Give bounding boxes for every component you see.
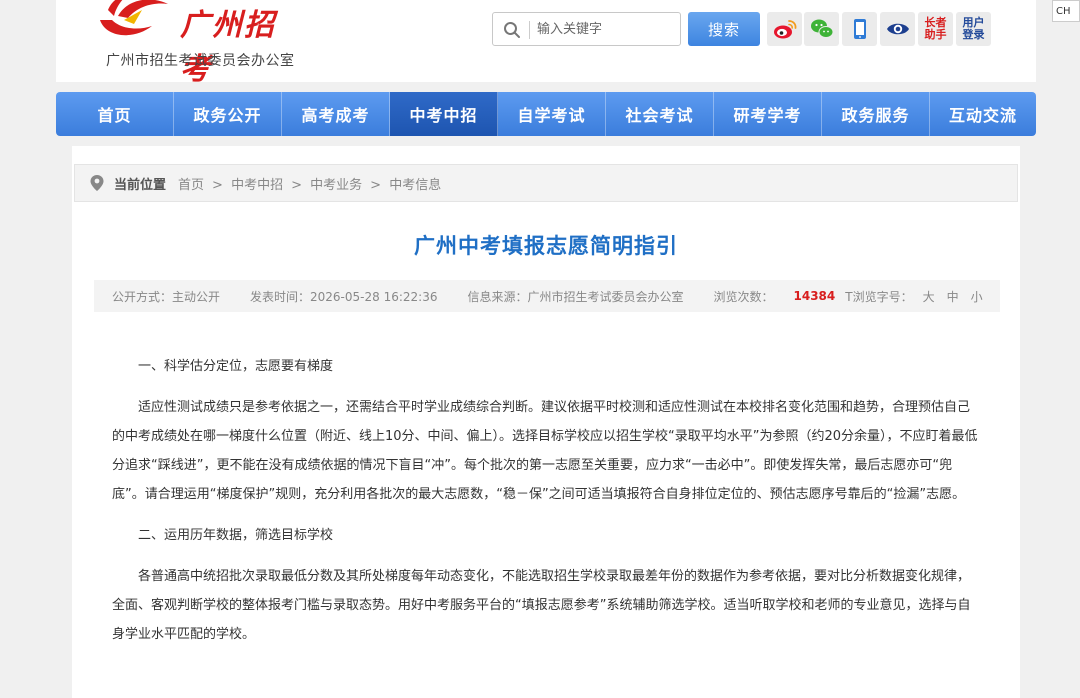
search-button[interactable]: 搜索 xyxy=(688,12,760,46)
breadcrumb-path: 首页 > 中考中招 > 中考业务 > 中考信息 xyxy=(178,174,445,193)
nav-item-self-study-exam[interactable]: 自学考试 xyxy=(498,92,606,136)
search-divider xyxy=(529,21,530,39)
breadcrumb-link-zhongkao[interactable]: 中考中招 xyxy=(231,178,283,193)
weibo-icon xyxy=(773,20,796,39)
meta-publish-date: 发表时间：2026-05-28 16:22:36 xyxy=(250,289,438,304)
elder-helper-button[interactable]: 长者助手 xyxy=(918,12,953,46)
font-size-small[interactable]: 小 xyxy=(971,288,983,305)
accessibility-view-button[interactable] xyxy=(880,12,915,46)
article-meta: 公开方式：主动公开 发表时间：2026-05-28 16:22:36 信息来源：… xyxy=(94,280,1000,312)
mobile-button[interactable] xyxy=(842,12,877,46)
meta-views-label: 浏览次数： xyxy=(713,289,774,304)
nav-item-gaokao[interactable]: 高考成考 xyxy=(282,92,390,136)
article-title: 广州中考填报志愿简明指引 xyxy=(414,234,678,258)
font-size-medium[interactable]: 中 xyxy=(947,288,959,305)
meta-views-count: 14384 xyxy=(793,289,836,303)
weibo-button[interactable] xyxy=(767,12,802,46)
logo-subtitle: 广州市招生考试委员会办公室 xyxy=(106,53,295,69)
search-box xyxy=(492,12,681,46)
site-header: 广州招考 广州市招生考试委员会办公室 搜索 xyxy=(56,0,1036,87)
font-size-large[interactable]: 大 xyxy=(923,288,935,305)
mobile-icon xyxy=(853,19,866,39)
logo-calligraphy: 广州招考 xyxy=(180,8,276,87)
breadcrumb-separator: > xyxy=(370,177,382,193)
nav-item-home[interactable]: 首页 xyxy=(56,92,174,136)
nav-item-zhongkao[interactable]: 中考中招 xyxy=(390,92,498,136)
elder-helper-icon: 长者助手 xyxy=(924,16,947,41)
logo-emblem-icon xyxy=(100,0,168,36)
search-input[interactable] xyxy=(537,18,675,40)
corner-language-tab[interactable]: CH xyxy=(1052,0,1080,22)
meta-font-size-label: T浏览字号： xyxy=(845,289,913,304)
meta-source: 信息来源：广州市招生考试委员会办公室 xyxy=(467,289,684,304)
page: 广州招考 广州市招生考试委员会办公室 搜索 xyxy=(56,0,1036,698)
search-icon xyxy=(504,22,520,38)
wechat-button[interactable] xyxy=(804,12,839,46)
breadcrumb-link-zhongkao-business[interactable]: 中考业务 xyxy=(310,178,362,193)
user-login-icon: 用户登录 xyxy=(962,16,985,41)
breadcrumb-link-home[interactable]: 首页 xyxy=(178,178,204,193)
article-paragraph: 适应性测试成绩只是参考依据之一，还需结合平时学业成绩综合判断。建议依据平时校测和… xyxy=(112,400,978,502)
article-body: 一、科学估分定位，志愿要有梯度 适应性测试成绩只是参考依据之一，还需结合平时学业… xyxy=(112,352,982,661)
breadcrumb: 当前位置 首页 > 中考中招 > 中考业务 > 中考信息 xyxy=(74,164,1018,202)
location-pin-icon xyxy=(90,175,104,191)
breadcrumb-separator: > xyxy=(291,177,302,193)
nav-item-government-service[interactable]: 政务服务 xyxy=(822,92,930,136)
content-area: 当前位置 首页 > 中考中招 > 中考业务 > 中考信息 广州中考填报志愿简明指引 公… xyxy=(72,146,1020,698)
eye-icon xyxy=(886,23,909,35)
breadcrumb-current-label: 当前位置 xyxy=(114,177,167,193)
section-heading: 一、科学估分定位，志愿要有梯度 xyxy=(138,359,334,374)
meta-publish-mode: 公开方式：主动公开 xyxy=(112,289,221,304)
main-nav: 首页 政务公开 高考成考 中考中招 自学考试 社会考试 研考学考 政务服务 互动… xyxy=(56,92,1036,136)
nav-item-interaction[interactable]: 互动交流 xyxy=(930,92,1036,136)
section-heading: 二、运用历年数据，筛选目标学校 xyxy=(138,528,334,543)
site-logo[interactable]: 广州招考 广州市招生考试委员会办公室 xyxy=(90,0,300,87)
user-login-button[interactable]: 用户登录 xyxy=(956,12,991,46)
breadcrumb-separator: > xyxy=(212,177,223,193)
breadcrumb-link-zhongkao-info[interactable]: 中考信息 xyxy=(389,178,441,193)
article-paragraph: 各普通高中统招批次录取最低分数及其所处梯度每年动态变化，不能选取招生学校录取最差… xyxy=(112,569,971,642)
nav-item-postgrad-exam[interactable]: 研考学考 xyxy=(714,92,822,136)
nav-item-social-exam[interactable]: 社会考试 xyxy=(606,92,714,136)
nav-item-government-affairs[interactable]: 政务公开 xyxy=(174,92,282,136)
wechat-icon xyxy=(810,19,833,38)
